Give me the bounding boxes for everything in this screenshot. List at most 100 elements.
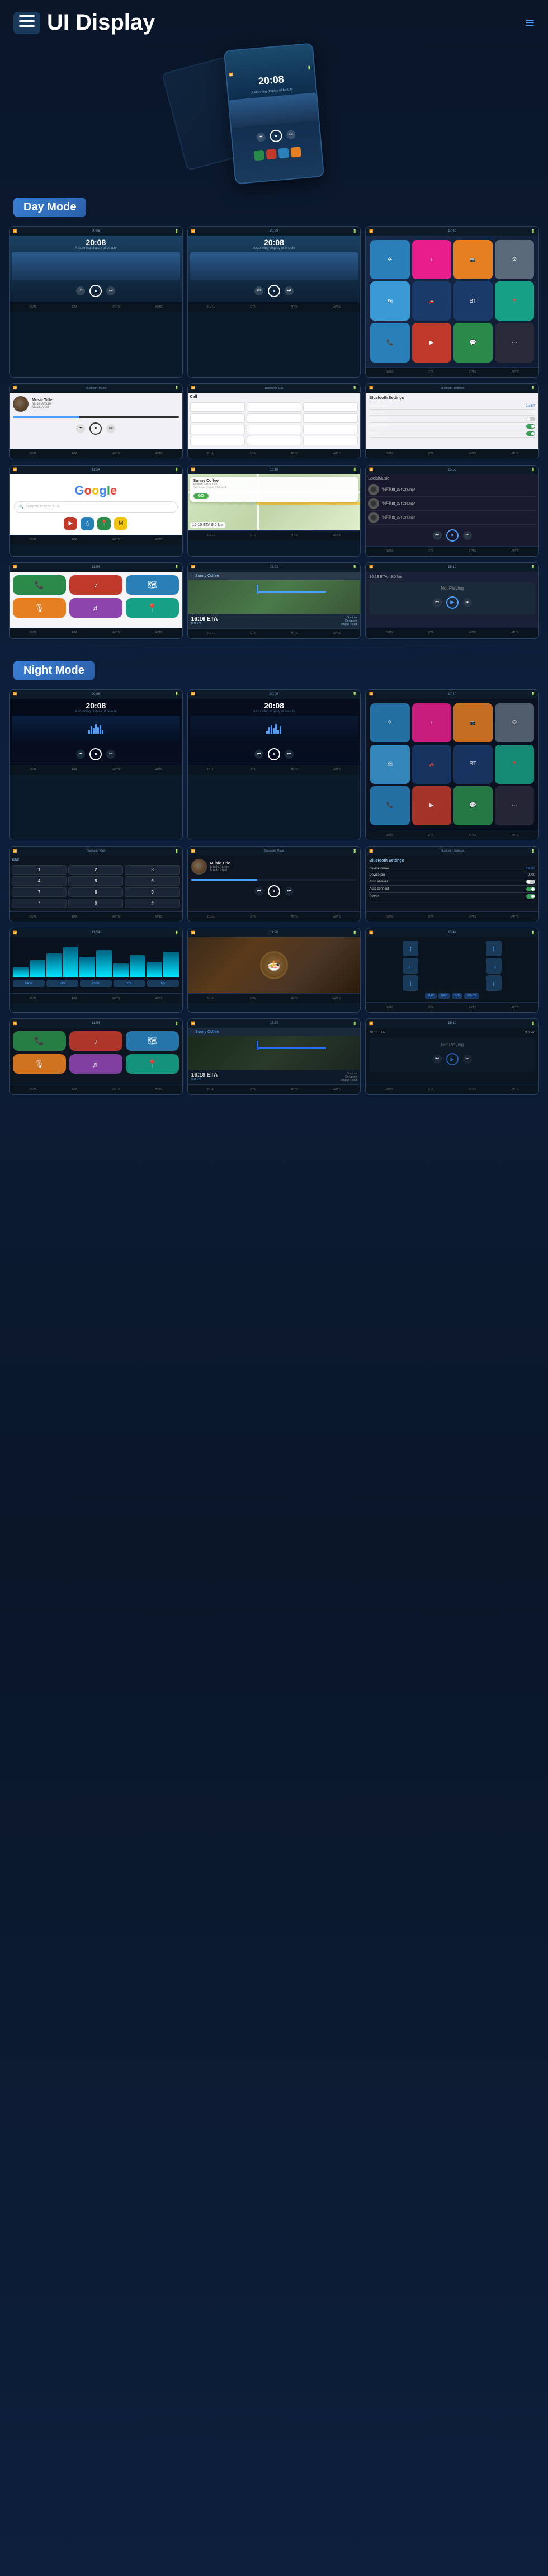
nav-btn-1[interactable]: MAP (425, 993, 437, 999)
nav-down[interactable]: ↓ (403, 975, 418, 991)
app-waze[interactable]: 🗺 (370, 281, 409, 321)
night-carplay-phone[interactable]: 📞 (13, 1031, 66, 1051)
youtube-icon[interactable]: ▶ (64, 517, 77, 530)
play-bt[interactable]: ⏸ (89, 422, 102, 435)
next-night1[interactable]: ⏭ (106, 750, 115, 759)
prev-night1[interactable]: ⏮ (76, 750, 85, 759)
night-carplay-podcast[interactable]: 🎙 (13, 1054, 66, 1074)
nav-left[interactable]: ← (403, 958, 418, 974)
key-7[interactable]: 7 (190, 425, 245, 434)
prev-day1[interactable]: ⏮ (76, 286, 85, 295)
next-np-night[interactable]: ⏭ (463, 1055, 472, 1064)
prev-bt-night[interactable]: ⏮ (254, 887, 263, 896)
night-key-2[interactable]: 2 (68, 865, 123, 875)
night-key-4[interactable]: 4 (12, 876, 67, 886)
next-day2[interactable]: ⏭ (285, 286, 294, 295)
key-star[interactable]: * (190, 436, 245, 445)
key-5[interactable]: 5 (247, 413, 301, 423)
night-app-whatsapp[interactable]: 💬 (453, 786, 493, 825)
nav-btn-2[interactable]: NAVI (438, 993, 450, 999)
app-phone[interactable]: 📞 (370, 323, 409, 362)
nav-menu-icon[interactable]: ≡ (526, 14, 535, 32)
night-app-more[interactable]: ⋯ (495, 786, 534, 825)
play-bt-night[interactable]: ⏸ (268, 885, 280, 897)
app-whatsapp[interactable]: 💬 (453, 323, 493, 362)
app-more[interactable]: ⋯ (495, 323, 534, 362)
night-auto-answer-toggle[interactable] (526, 880, 535, 884)
night-key-6[interactable]: 6 (125, 876, 179, 886)
play-social[interactable]: ⏸ (446, 529, 459, 542)
nav-btn-4[interactable]: ROUTE (464, 993, 480, 999)
app-telegram[interactable]: ✈ (370, 240, 409, 279)
night-app-telegram[interactable]: ✈ (370, 703, 409, 742)
key-hash[interactable]: # (303, 436, 358, 445)
night-app-bt[interactable]: BT (453, 745, 493, 784)
prev-np-night[interactable]: ⏮ (433, 1055, 442, 1064)
app-photos[interactable]: 📷 (453, 240, 493, 279)
next-bt-night[interactable]: ⏭ (285, 887, 294, 896)
key-3[interactable]: 3 (303, 402, 358, 412)
prev-night2[interactable]: ⏮ (254, 750, 263, 759)
next-night2[interactable]: ⏭ (285, 750, 294, 759)
night-app-carplay[interactable]: 🚗 (412, 745, 451, 784)
night-app-settings[interactable]: ⚙ (495, 703, 534, 742)
app-settings[interactable]: ⚙ (495, 240, 534, 279)
next-btn[interactable]: ⏭ (286, 130, 296, 139)
carplay-music[interactable]: ♪ (69, 575, 122, 595)
night-key-9[interactable]: 9 (125, 887, 179, 897)
night-key-8[interactable]: 8 (68, 887, 123, 897)
night-key-5[interactable]: 5 (68, 876, 123, 886)
power-toggle[interactable] (526, 431, 535, 436)
app-youtube[interactable]: ▶ (412, 323, 451, 362)
go-button[interactable]: GO (193, 493, 209, 499)
night-power-toggle[interactable] (526, 894, 535, 899)
key-4[interactable]: 4 (190, 413, 245, 423)
google-search[interactable]: 🔍 Search or type URL (14, 501, 178, 513)
nav-btn-3[interactable]: POI (452, 993, 462, 999)
carplay-maps[interactable]: 🗺 (126, 575, 179, 595)
play-day2[interactable]: ⏸ (268, 285, 280, 297)
night-app-youtube[interactable]: ▶ (412, 786, 451, 825)
night-carplay-music[interactable]: ♪ (69, 1031, 122, 1051)
key-2[interactable]: 2 (247, 402, 301, 412)
prev-social[interactable]: ⏮ (433, 531, 442, 540)
app-nav[interactable]: 📍 (495, 281, 534, 321)
key-1[interactable]: 1 (190, 402, 245, 412)
play-day1[interactable]: ⏸ (89, 285, 102, 297)
app-music[interactable]: ♪ (412, 240, 451, 279)
next-np[interactable]: ⏭ (463, 598, 472, 607)
auto-answer-toggle[interactable] (526, 417, 535, 421)
night-key-7[interactable]: 7 (12, 887, 67, 897)
night-carplay-maps[interactable]: 🗺 (126, 1031, 179, 1051)
prev-btn[interactable]: ⏮ (256, 133, 266, 142)
prev-bt[interactable]: ⏮ (76, 424, 85, 433)
key-6[interactable]: 6 (303, 413, 358, 423)
carplay-phone[interactable]: 📞 (13, 575, 66, 595)
night-app-phone[interactable]: 📞 (370, 786, 409, 825)
carplay-spotify[interactable]: ♬ (69, 598, 122, 618)
menu-icon[interactable] (13, 12, 40, 34)
play-np[interactable]: ▶ (446, 596, 459, 609)
night-carplay-waze[interactable]: 📍 (126, 1054, 179, 1074)
night-carplay-spotify[interactable]: ♬ (69, 1054, 122, 1074)
night-key-1[interactable]: 1 (12, 865, 67, 875)
night-app-music[interactable]: ♪ (412, 703, 451, 742)
next-day1[interactable]: ⏭ (106, 286, 115, 295)
play-night2[interactable]: ⏸ (268, 748, 280, 760)
auto-connect-toggle[interactable] (526, 424, 535, 429)
app-bt[interactable]: BT (453, 281, 493, 321)
drive-icon[interactable]: △ (81, 517, 94, 530)
next-social[interactable]: ⏭ (463, 531, 472, 540)
night-key-star[interactable]: * (12, 899, 67, 908)
play-btn[interactable]: ⏸ (270, 129, 283, 143)
night-app-nav[interactable]: 📍 (495, 745, 534, 784)
key-8[interactable]: 8 (247, 425, 301, 434)
night-app-waze[interactable]: 🗺 (370, 745, 409, 784)
night-key-hash[interactable]: # (125, 899, 179, 908)
next-bt[interactable]: ⏭ (106, 424, 115, 433)
play-np-night[interactable]: ▶ (446, 1053, 459, 1065)
night-auto-connect-toggle[interactable] (526, 887, 535, 891)
carplay-waze[interactable]: 📍 (126, 598, 179, 618)
nav-up2[interactable]: ↑ (486, 941, 502, 956)
app-carplay[interactable]: 🚗 (412, 281, 451, 321)
